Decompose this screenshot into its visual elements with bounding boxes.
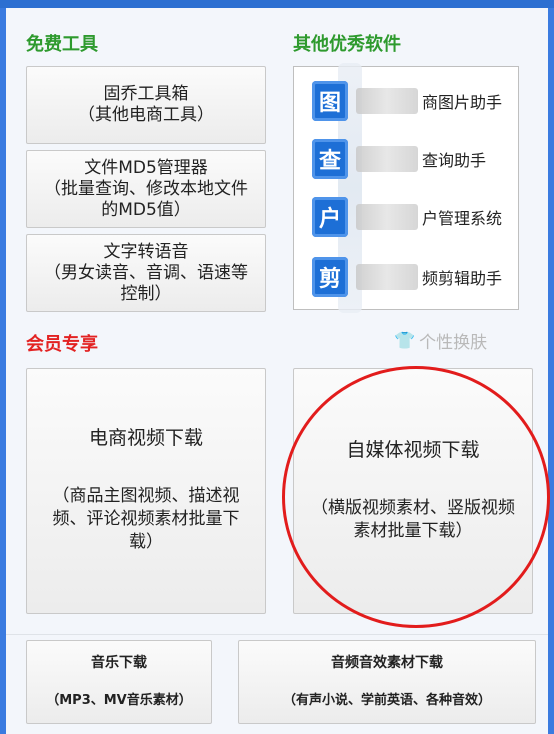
blurred-text [356, 264, 418, 290]
section-title-other-software: 其他优秀软件 [293, 34, 401, 55]
software-item-label: 商图片助手 [422, 93, 503, 112]
change-skin-label: 个性换肤 [419, 333, 488, 353]
button-subtitle: （MP3、MV音乐素材） [46, 693, 192, 708]
software-item-query-helper[interactable]: 查 查询助手 [312, 137, 512, 181]
blurred-text [356, 146, 418, 172]
button-title: 文件MD5管理器 [84, 157, 208, 178]
software-item-label: 查询助手 [422, 151, 487, 170]
button-title: 音乐下载 [91, 655, 147, 671]
app-icon: 剪 [312, 257, 348, 297]
shirt-icon: 👕 [394, 330, 416, 351]
window-right-border [548, 8, 554, 734]
md5-manager-button[interactable]: 文件MD5管理器 （批量查询、修改本地文件的MD5值） [26, 150, 266, 228]
music-download-button[interactable]: 音乐下载 （MP3、MV音乐素材） [26, 640, 212, 724]
software-list: 图 商图片助手 查 查询助手 户 户管理系统 剪 频剪辑助手 [293, 63, 519, 313]
audio-effects-download-button[interactable]: 音频音效素材下载 （有声小说、学前英语、各种音效） [238, 640, 536, 724]
button-subtitle: （横版视频素材、竖版视频素材批量下载） [311, 497, 515, 541]
button-title: 电商视频下载 [88, 427, 203, 449]
app-icon: 图 [312, 81, 348, 121]
blurred-text [356, 204, 418, 230]
button-title: 固乔工具箱 [103, 84, 189, 104]
ecommerce-video-download-button[interactable]: 电商视频下载 （商品主图视频、描述视频、评论视频素材批量下载） [26, 368, 266, 614]
text-to-speech-button[interactable]: 文字转语音 （男女读音、音调、语速等控制） [26, 234, 266, 312]
button-subtitle: （批量查询、修改本地文件的MD5值） [44, 178, 248, 220]
software-item-label: 频剪辑助手 [422, 269, 503, 288]
button-title: 文字转语音 [103, 241, 189, 262]
window-title-bar [0, 0, 554, 8]
software-item-label: 户管理系统 [422, 209, 503, 228]
button-subtitle: （其他电商工具） [78, 105, 214, 125]
software-item-video-editor[interactable]: 剪 频剪辑助手 [312, 255, 512, 299]
button-subtitle: （商品主图视频、描述视频、评论视频素材批量下载） [52, 486, 240, 552]
button-title: 自媒体视频下载 [346, 438, 480, 461]
button-subtitle: （男女读音、音调、语速等控制） [44, 262, 248, 304]
app-icon: 查 [312, 139, 348, 179]
divider [6, 634, 548, 635]
section-title-member-only: 会员专享 [26, 334, 98, 355]
media-video-download-button[interactable]: 自媒体视频下载 （横版视频素材、竖版视频素材批量下载） [293, 368, 533, 614]
toolbox-button[interactable]: 固乔工具箱 （其他电商工具） [26, 66, 266, 144]
button-title: 音频音效素材下载 [331, 655, 443, 671]
button-subtitle: （有声小说、学前英语、各种音效） [282, 693, 491, 708]
blurred-text [356, 88, 418, 114]
app-icon: 户 [312, 197, 348, 237]
software-item-image-helper[interactable]: 图 商图片助手 [312, 79, 512, 123]
software-item-customer-management[interactable]: 户 户管理系统 [312, 195, 512, 239]
section-title-free-tools: 免费工具 [26, 34, 98, 55]
change-skin-button[interactable]: 👕 个性换肤 [394, 328, 488, 354]
